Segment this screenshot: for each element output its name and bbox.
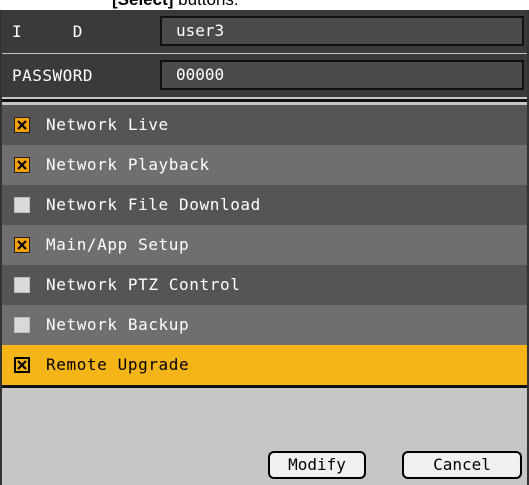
checkbox-unchecked-icon[interactable]: [14, 197, 30, 213]
password-field[interactable]: 00000: [160, 60, 524, 90]
checkbox-unchecked-icon[interactable]: [14, 317, 30, 333]
divider: [2, 99, 527, 102]
password-label: PASSWORD: [12, 66, 94, 85]
password-row: PASSWORD 00000: [2, 54, 527, 97]
checkbox-checked-icon[interactable]: [14, 357, 30, 373]
caption-bold: [Select]: [112, 0, 173, 9]
permission-label: Network Backup: [46, 315, 190, 334]
permission-row-main-app-setup[interactable]: Main/App Setup: [2, 225, 527, 265]
permission-label: Network Live: [46, 115, 169, 134]
divider: [2, 385, 527, 388]
user-permission-panel: I D user3 PASSWORD 00000 Network Live Ne…: [0, 10, 529, 485]
permission-label: Network Playback: [46, 155, 210, 174]
permission-row-network-file-download[interactable]: Network File Download: [2, 185, 527, 225]
permission-label: Network PTZ Control: [46, 275, 241, 294]
checkbox-unchecked-icon[interactable]: [14, 277, 30, 293]
permission-label: Network File Download: [46, 195, 261, 214]
permission-row-network-backup[interactable]: Network Backup: [2, 305, 527, 345]
id-row: I D user3: [2, 10, 527, 53]
permission-label: Main/App Setup: [46, 235, 190, 254]
id-label: I D: [12, 22, 83, 41]
permission-row-network-ptz-control[interactable]: Network PTZ Control: [2, 265, 527, 305]
checkbox-checked-icon[interactable]: [14, 237, 30, 253]
caption-text: [Select] buttons.: [0, 0, 529, 10]
permission-row-remote-upgrade[interactable]: Remote Upgrade: [2, 345, 527, 385]
cancel-button[interactable]: Cancel: [402, 451, 522, 479]
checkbox-checked-icon[interactable]: [14, 157, 30, 173]
permission-label: Remote Upgrade: [46, 355, 190, 374]
caption-rest: buttons.: [173, 0, 239, 9]
permission-row-network-playback[interactable]: Network Playback: [2, 145, 527, 185]
checkbox-checked-icon[interactable]: [14, 117, 30, 133]
id-field[interactable]: user3: [160, 16, 524, 46]
permission-row-network-live[interactable]: Network Live: [2, 105, 527, 145]
modify-button[interactable]: Modify: [268, 451, 366, 479]
